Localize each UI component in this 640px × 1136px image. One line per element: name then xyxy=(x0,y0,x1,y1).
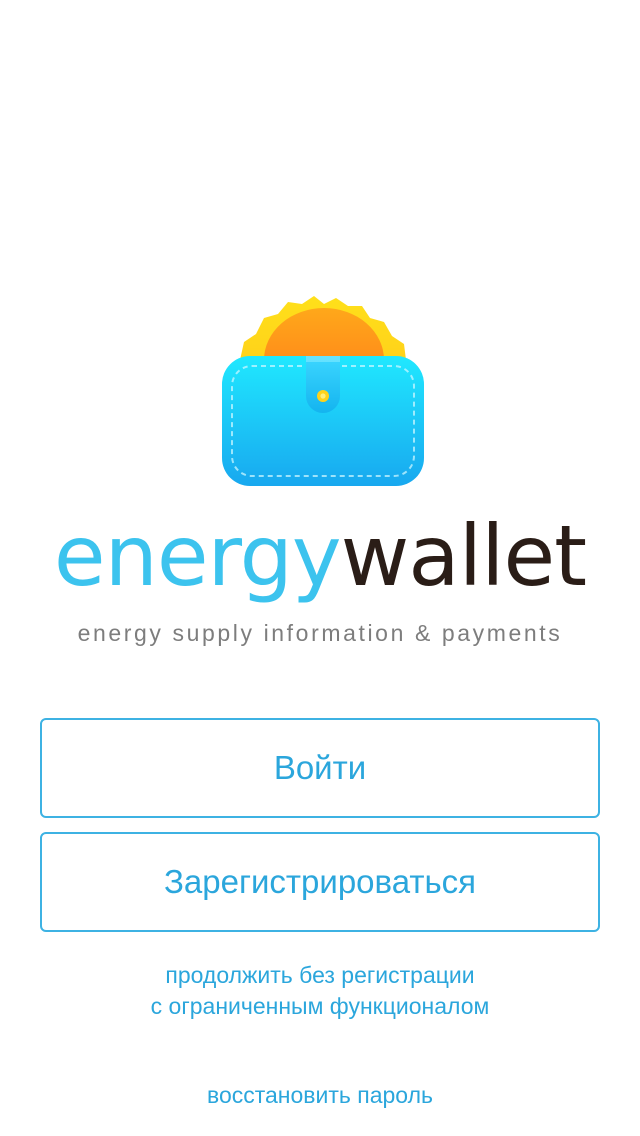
register-button-label: Зарегистрироваться xyxy=(163,863,477,900)
continue-link-line2: с ограниченным функционалом xyxy=(150,993,490,1019)
logo xyxy=(0,296,640,492)
continue-link-line1: продолжить без регистрации xyxy=(165,962,475,988)
brand-tagline: energy supply information & payments xyxy=(77,620,563,646)
continue-without-registration-link[interactable]: продолжить без регистрации с ограниченны… xyxy=(0,960,640,1022)
restore-password-link[interactable]: восстановить пароль xyxy=(0,1080,640,1111)
brand-wordmark: energywallet xyxy=(0,506,640,606)
login-button-label: Войти xyxy=(273,749,367,786)
login-button[interactable]: Войти xyxy=(40,718,600,818)
sun-wallet-icon xyxy=(222,296,424,486)
register-button[interactable]: Зарегистрироваться xyxy=(40,832,600,932)
brand-part-energy: energy xyxy=(53,507,342,605)
brand-part-wallet: wallet xyxy=(340,507,587,605)
